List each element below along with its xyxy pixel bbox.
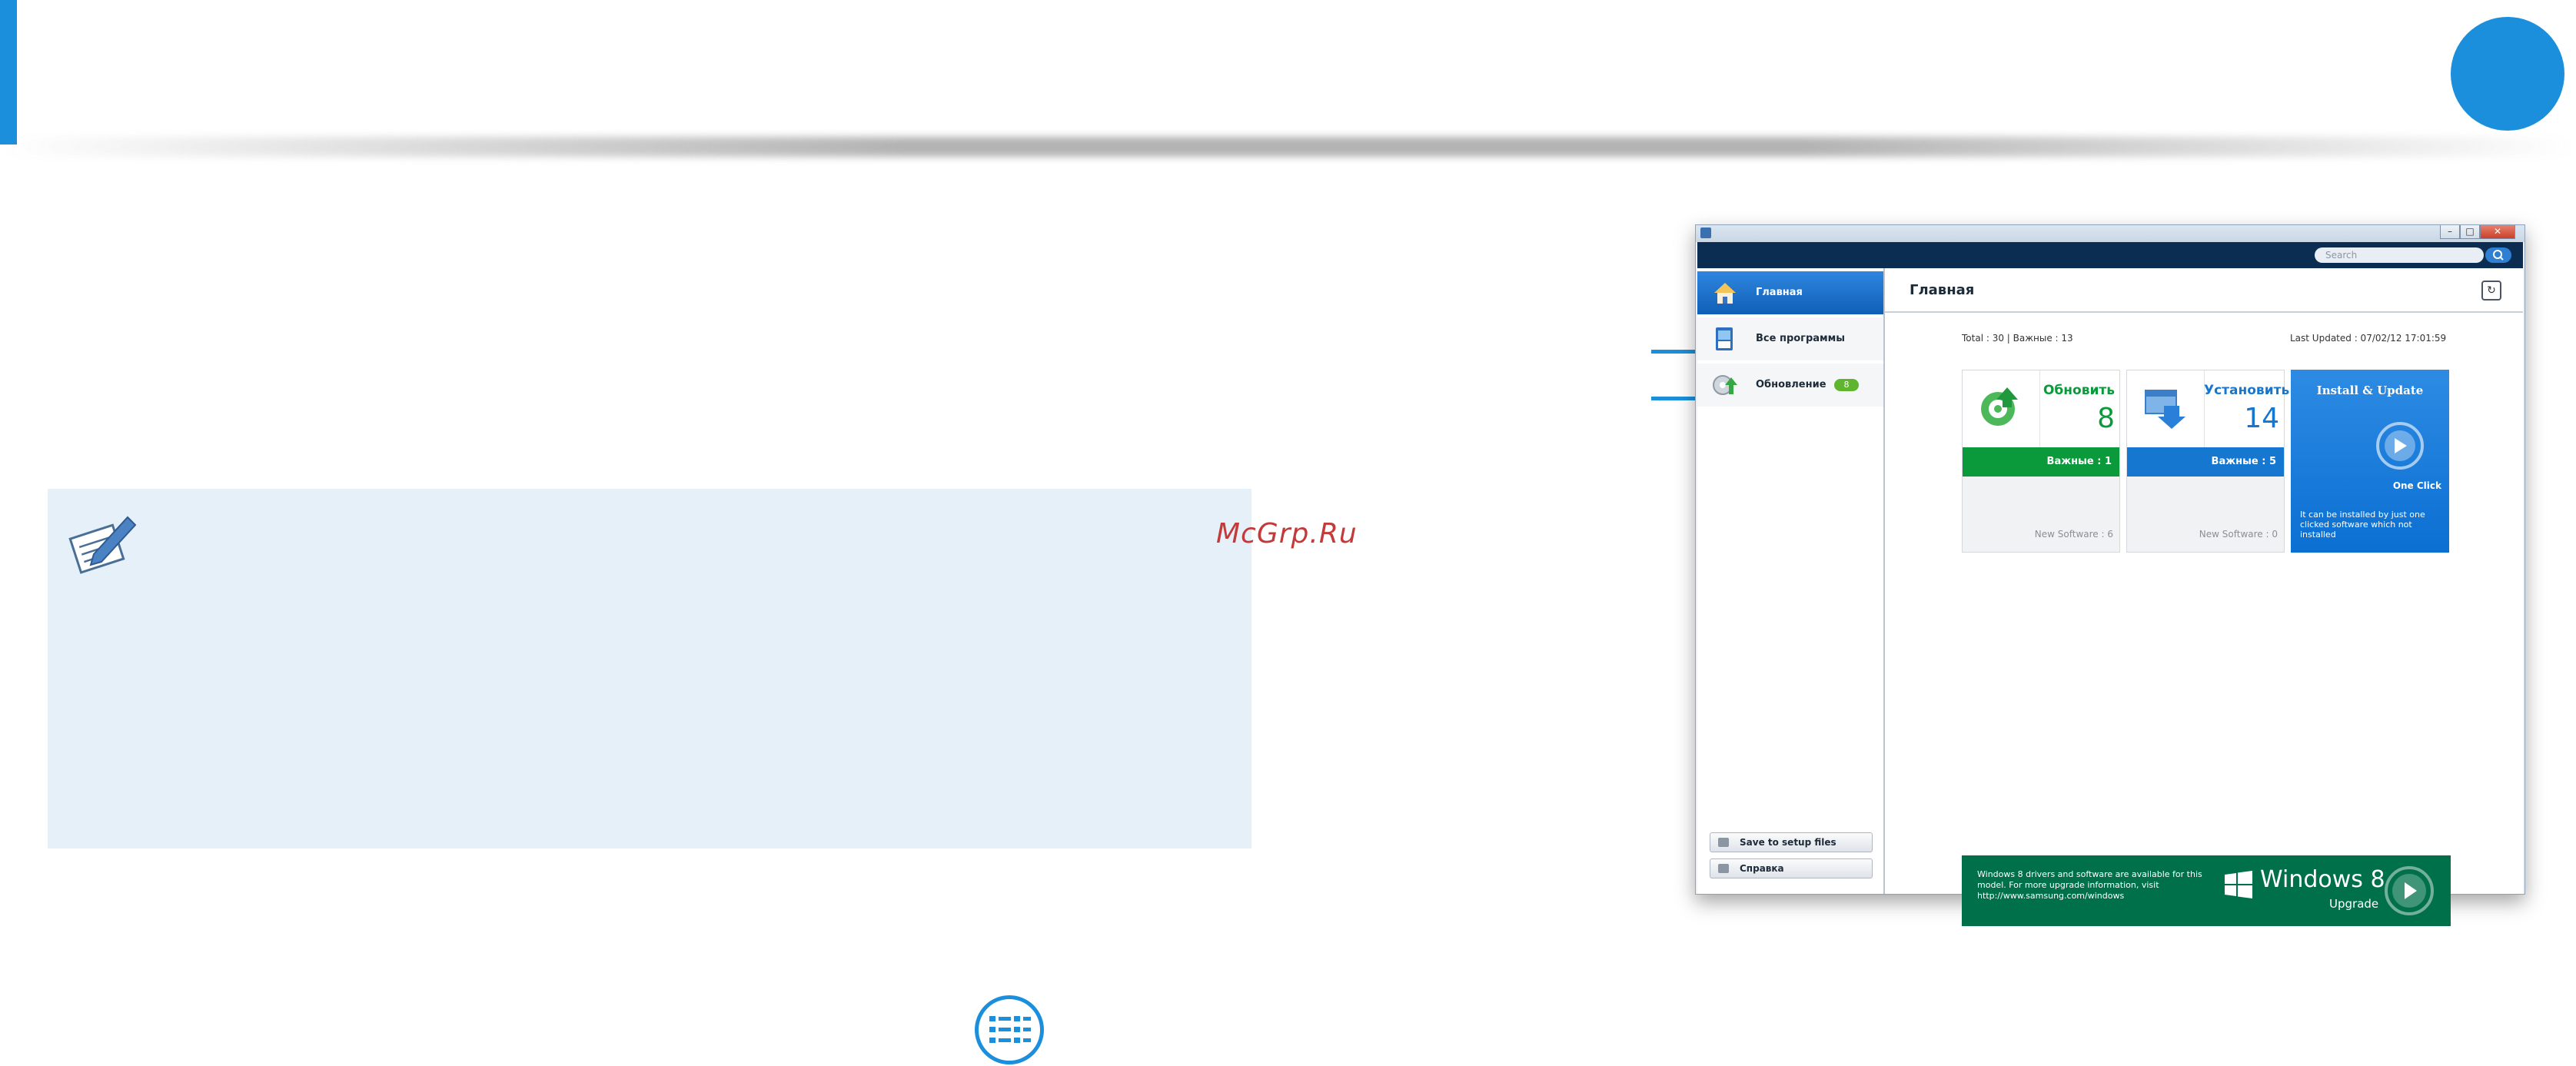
update-icon: [1713, 375, 1737, 395]
watermark: McGrp.Ru: [1216, 518, 1358, 550]
title-bar: – □ ✕: [1696, 225, 2524, 242]
install-card[interactable]: Установить 14 Важные : 5 New Software : …: [2126, 370, 2290, 553]
sidebar-item-update[interactable]: Обновление 8: [1697, 364, 1883, 407]
arrow-right-circle-icon: [2385, 866, 2434, 915]
one-click-label: One Click: [2392, 480, 2441, 491]
card-footer: New Software : 6: [2034, 529, 2113, 540]
card-header: Установить 14: [2127, 370, 2290, 447]
card-count: 14: [2244, 403, 2279, 434]
all-programs-icon: [1716, 327, 1733, 350]
banner-product-name: Windows 8: [2260, 866, 2385, 893]
update-count-badge: 8: [1834, 379, 1859, 391]
card-title: Обновить: [2043, 383, 2115, 398]
sidebar-item-label: Главная: [1756, 287, 1803, 298]
header-divider: [0, 137, 2576, 157]
windows8-upgrade-banner[interactable]: Windows 8 drivers and software are avail…: [1962, 855, 2451, 926]
refresh-button[interactable]: ↻: [2481, 281, 2501, 301]
install-description: It can be installed by just one clicked …: [2300, 510, 2425, 540]
close-button[interactable]: ✕: [2480, 225, 2515, 239]
top-toolbar: Search: [1697, 242, 2523, 268]
note-box: [48, 489, 1251, 848]
help-button[interactable]: Справка: [1710, 858, 1873, 878]
home-icon: [1714, 283, 1736, 304]
page-title: Главная: [1910, 282, 1975, 298]
windows-logo-icon: [2225, 871, 2252, 898]
help-icon: [1718, 864, 1729, 873]
button-label: Справка: [1740, 863, 1784, 874]
card-header: Обновить 8: [1963, 370, 2119, 447]
sidebar-item-all-programs[interactable]: Все программы: [1697, 317, 1883, 360]
sidebar-item-label: Обновление: [1756, 379, 1826, 390]
arrow-right-circle-icon: [2376, 422, 2424, 470]
sidebar: Главная Все программы Обновление 8 Save …: [1697, 268, 1885, 894]
search-button[interactable]: [2485, 247, 2511, 263]
table-of-contents-icon[interactable]: [975, 995, 1044, 1064]
install-and-update-card[interactable]: Install & Update One Click It can be ins…: [2291, 370, 2449, 553]
update-card[interactable]: Обновить 8 Важные : 1 New Software : 6: [1962, 370, 2120, 553]
save-icon: [1718, 838, 1729, 847]
banner-text: Windows 8 drivers and software are avail…: [1977, 869, 2202, 901]
card-title: Установить: [2204, 383, 2290, 398]
card-count: 8: [2097, 403, 2115, 434]
button-label: Save to setup files: [1740, 837, 1836, 848]
maximize-button[interactable]: □: [2460, 225, 2480, 239]
minimize-button[interactable]: –: [2440, 225, 2460, 239]
card-footer: New Software : 0: [2199, 529, 2278, 540]
banner-action-label: Upgrade: [2329, 897, 2379, 911]
update-disc-icon: [1981, 387, 2018, 426]
search-icon: [2493, 250, 2504, 261]
main-header: Главная ↻: [1885, 268, 2523, 313]
app-icon: [1700, 227, 1711, 238]
note-pencil-icon: [68, 516, 137, 574]
chapter-marker-circle: [2451, 17, 2564, 131]
page-accent-bar: [0, 0, 17, 144]
last-updated-text: Last Updated : 07/02/12 17:01:59: [2290, 333, 2447, 344]
app-window: – □ ✕ Search Главная Все программы Обнов…: [1695, 224, 2525, 926]
card-important-bar: Важные : 1: [1963, 447, 2119, 477]
totals-summary: Total : 30 | Важные : 13: [1962, 333, 2073, 344]
install-download-icon: [2145, 390, 2185, 429]
main-pane: Главная ↻ Total : 30 | Важные : 13 Last …: [1885, 268, 2523, 926]
card-title: Install & Update: [2316, 384, 2424, 397]
card-important-bar: Важные : 5: [2127, 447, 2284, 477]
save-to-setup-files-button[interactable]: Save to setup files: [1710, 832, 1873, 852]
sidebar-item-label: Все программы: [1756, 333, 1846, 344]
search-input[interactable]: Search: [2315, 247, 2484, 263]
sidebar-item-home[interactable]: Главная: [1697, 271, 1883, 314]
